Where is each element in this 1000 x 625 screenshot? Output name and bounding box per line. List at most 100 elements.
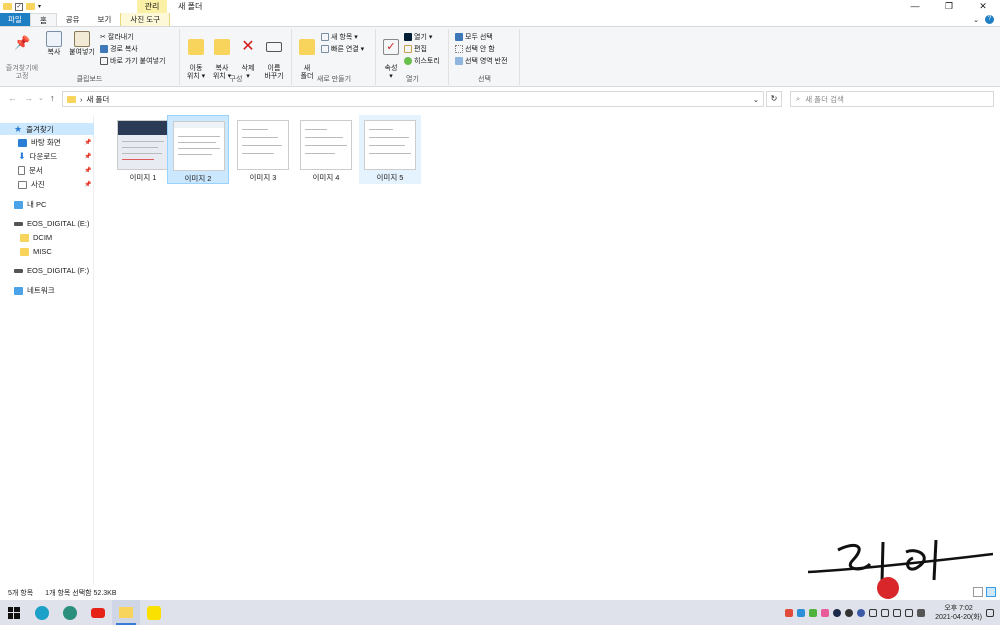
address-bar[interactable]: › 새 폴더 ⌄ [62,91,764,107]
copy-path-icon [100,45,108,53]
tab-view[interactable]: 보기 [89,13,121,26]
copy-icon [46,31,62,47]
breadcrumb-separator: › [80,94,83,104]
nav-dcim[interactable]: DCIM [20,233,52,242]
file-item[interactable]: 이미지 5 [359,115,421,184]
nav-misc[interactable]: MISC [20,247,52,256]
back-arrow-icon[interactable]: ← [8,93,17,103]
file-item[interactable]: 이미지 3 [232,115,294,184]
search-input[interactable]: ⌕ 새 폴더 검색 [790,91,994,107]
taskbar-kakaotalk[interactable] [140,600,168,625]
start-button[interactable] [0,600,28,625]
edit-button[interactable]: 편집 [404,44,427,54]
taskbar-file-explorer[interactable] [112,600,140,625]
thumb-line [305,129,327,130]
select-none-label: 선택 안 함 [465,46,495,53]
select-all-label: 모두 선택 [465,34,493,41]
nav-eos-f[interactable]: EOS_DIGITAL (F:) [14,266,89,275]
ribbon-collapse-icon[interactable]: ⌄ [973,16,979,24]
copy-button[interactable]: 복사 [43,31,65,57]
breadcrumb-current[interactable]: 새 폴더 [87,94,110,105]
tray-app-icon[interactable] [809,608,818,617]
nav-eos-e-label: EOS_DIGITAL (E:) [27,219,90,228]
volume-icon[interactable] [905,608,914,617]
forward-arrow-icon[interactable]: → [24,93,33,103]
clock[interactable]: 오후 7:02 2021-04-20(화) [935,604,982,622]
tab-file[interactable]: 파일 [0,13,30,26]
close-button[interactable]: ✕ [966,0,1000,13]
refresh-button[interactable]: ↻ [766,91,782,107]
nav-pictures[interactable]: 사진 [18,179,45,190]
address-dropdown-icon[interactable]: ⌄ [753,95,759,104]
image-thumbnail [364,120,416,170]
nav-network[interactable]: 네트워크 [14,285,55,296]
select-none-button[interactable]: 선택 안 함 [455,44,495,54]
paste-button[interactable]: 붙여넣기 [67,31,97,57]
tray-app-icon[interactable] [857,608,866,617]
cut-button[interactable]: ✂ 잘라내기 [100,32,134,42]
help-icon[interactable]: ? [985,15,994,24]
taskbar-edge-beta[interactable] [56,600,84,625]
customize-dropdown-icon[interactable]: ▾ [38,3,41,10]
battery-icon[interactable] [869,608,878,617]
nav-documents[interactable]: 문서 [18,165,43,176]
easy-access-button[interactable]: 빠른 연결 ▾ [321,44,364,54]
nav-desktop[interactable]: 바탕 화면 [18,137,61,148]
select-none-icon [455,45,463,53]
notification-icon[interactable] [986,608,994,617]
tray-app-icon[interactable] [833,608,842,617]
clock-time: 오후 7:02 [944,604,973,612]
tab-share[interactable]: 공유 [57,13,89,26]
file-item[interactable]: 이미지 4 [295,115,357,184]
thumb-header [118,121,168,135]
taskbar-youtube[interactable] [84,600,112,625]
minimize-button[interactable]: — [898,0,932,13]
star-icon: ★ [14,123,23,134]
nav-downloads[interactable]: ⬇ 다운로드 [18,151,57,162]
tray-app-icon[interactable] [845,608,854,617]
tab-picture-tools[interactable]: 사진 도구 [120,13,171,26]
new-folder-icon[interactable] [26,3,35,10]
open-group-label: 열기 [406,76,419,83]
scissors-icon: ✂ [100,34,106,41]
new-item-button[interactable]: 새 항목 ▾ [321,32,358,42]
input-method-icon[interactable] [917,608,926,617]
open-button[interactable]: 열기 ▾ [404,32,432,42]
youtube-icon [91,607,105,618]
taskbar-edge[interactable] [28,600,56,625]
folder-icon[interactable] [3,3,12,10]
copy-path-button[interactable]: 경로 복사 [100,44,138,54]
details-view-icon[interactable] [973,587,983,597]
properties-check-icon[interactable]: ✓ [15,2,23,11]
tab-home[interactable]: 홈 [29,13,57,26]
restore-button[interactable]: ❐ [932,0,966,13]
invert-selection-button[interactable]: 선택 영역 반전 [455,56,508,66]
security-shield-icon[interactable] [881,608,890,617]
edge-icon [35,605,49,620]
file-item[interactable]: 이미지 1 [112,115,174,184]
nav-quick-access[interactable]: ★ 즐겨찾기 [0,123,94,135]
tray-app-icon[interactable] [797,608,806,617]
select-group-label: 선택 [478,76,491,83]
large-icons-view-icon[interactable] [986,587,996,597]
search-icon: ⌕ [796,94,801,103]
file-name: 이미지 5 [376,173,404,182]
up-arrow-icon[interactable]: ↑ [50,93,55,103]
pin-icon: 📌 [84,168,92,174]
network-icon[interactable] [893,608,902,617]
folder-icon [67,95,76,103]
nav-this-pc[interactable]: 내 PC [14,199,46,210]
history-button[interactable]: 히스토리 [404,56,440,66]
file-item[interactable]: 이미지 2 [167,115,229,184]
thumb-line [305,137,343,138]
tray-app-icon[interactable] [785,608,794,617]
recent-dropdown-icon[interactable]: ⌄ [38,94,44,102]
organize-group: 이동 위치 ▾ 복사 위치 ▾ ✕ 삭제 ▾ 이름 바꾸기 구성 [181,29,292,85]
history-label: 히스토리 [414,58,440,65]
photoshop-icon [404,33,412,41]
nav-eos-e[interactable]: EOS_DIGITAL (E:) [14,219,90,228]
paste-shortcut-button[interactable]: 바로 가기 붙여넣기 [100,56,165,66]
nav-desktop-label: 바탕 화면 [31,138,61,147]
select-all-button[interactable]: 모두 선택 [455,32,493,42]
tray-app-icon[interactable] [821,608,830,617]
